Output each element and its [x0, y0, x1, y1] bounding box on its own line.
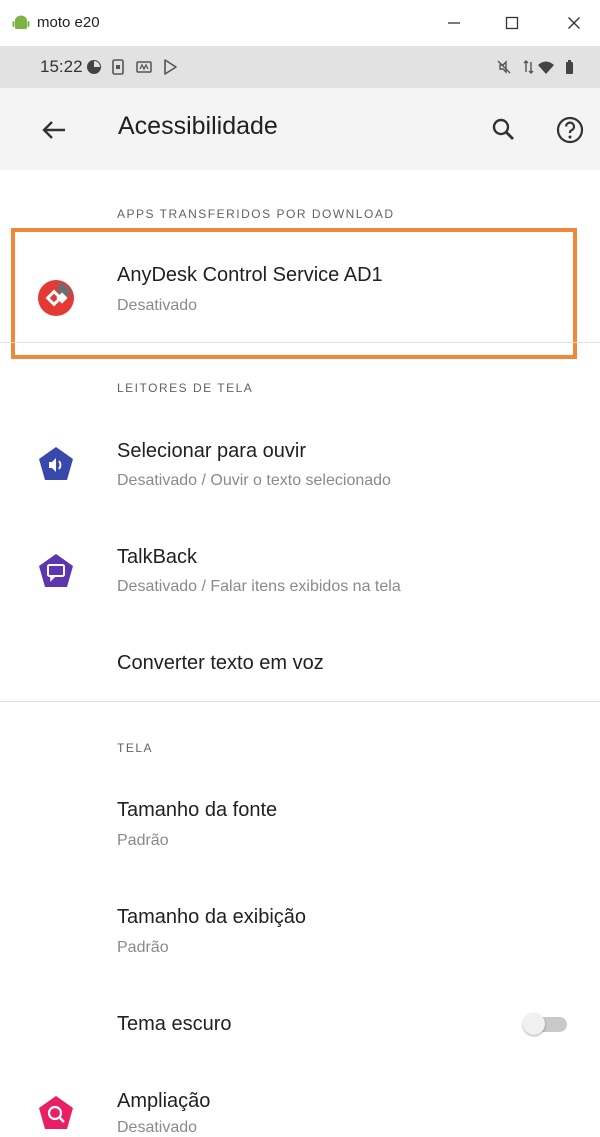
help-icon[interactable] [552, 112, 588, 148]
status-bar: 15:22 [0, 46, 600, 88]
window-title-bar: moto e20 [0, 0, 600, 46]
android-icon [12, 15, 30, 29]
list-item-select-to-speak[interactable] [0, 418, 600, 518]
app-bar: Acessibilidade [0, 88, 600, 170]
app-notification-icon [87, 60, 101, 74]
dark-theme-toggle[interactable] [521, 1011, 571, 1037]
maximize-button[interactable] [492, 8, 532, 38]
display-size-value: Padrão [117, 939, 169, 956]
talkback-status: Desativado / Falar itens exibidos na tel… [117, 578, 401, 595]
text-to-speech-title: Converter texto em voz [117, 652, 324, 674]
dark-theme-title: Tema escuro [117, 1013, 232, 1035]
select-to-speak-title: Selecionar para ouvir [117, 440, 306, 462]
divider [0, 342, 600, 343]
list-item-dark-theme[interactable] [0, 994, 600, 1056]
nfc-icon [136, 61, 152, 73]
divider [0, 701, 600, 702]
select-to-speak-status: Desativado / Ouvir o texto selecionado [117, 472, 391, 489]
mute-icon [497, 60, 511, 74]
list-item-magnification[interactable] [0, 1070, 600, 1128]
battery-icon [566, 60, 573, 74]
screenshot-icon [112, 59, 124, 75]
play-store-icon [164, 59, 177, 75]
select-to-speak-icon [39, 447, 73, 480]
toggle-knob [523, 1013, 545, 1035]
close-icon [568, 17, 580, 29]
maximize-icon [505, 16, 519, 30]
page-title: Acessibilidade [118, 112, 278, 140]
section-header-screen-readers: LEITORES DE TELA [117, 381, 254, 395]
font-size-value: Padrão [117, 832, 169, 849]
section-header-display: TELA [117, 741, 154, 755]
list-item-talkback[interactable] [0, 524, 600, 624]
list-item-font-size[interactable] [0, 778, 600, 878]
talkback-icon [39, 554, 73, 587]
list-item-display-size[interactable] [0, 886, 600, 986]
status-time: 15:22 [40, 57, 83, 76]
magnification-status: Desativado [117, 1119, 198, 1136]
font-size-title: Tamanho da fonte [117, 799, 278, 821]
back-arrow-icon[interactable] [36, 112, 72, 148]
magnification-icon [39, 1096, 73, 1129]
highlight-box [11, 228, 577, 359]
section-header-downloaded-apps: APPS TRANSFERIDOS POR DOWNLOAD [117, 207, 395, 221]
search-icon[interactable] [486, 112, 522, 148]
display-size-title: Tamanho da exibição [117, 906, 307, 928]
wifi-icon [538, 61, 554, 74]
window-title: moto e20 [37, 14, 100, 31]
close-button[interactable] [554, 8, 594, 38]
minimize-icon [448, 22, 460, 24]
magnification-title: Ampliação [117, 1090, 211, 1112]
minimize-button[interactable] [434, 8, 474, 38]
talkback-title: TalkBack [117, 546, 198, 568]
